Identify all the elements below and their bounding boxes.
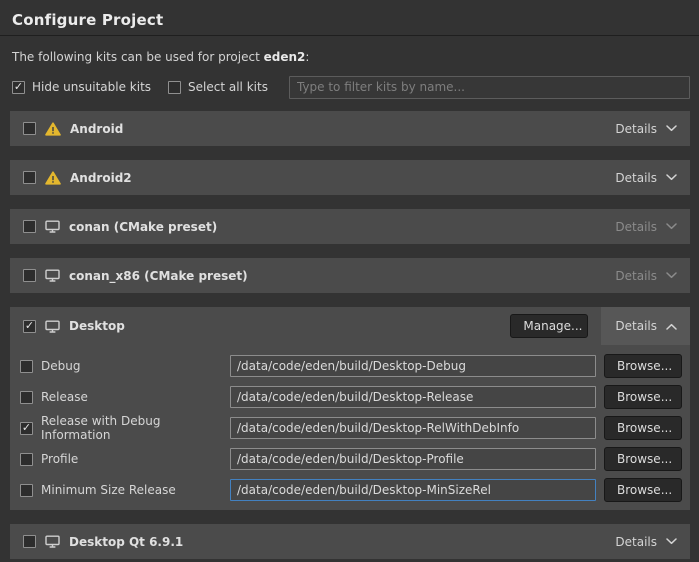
build-config-row-relwithdebinfo: Release with Debug Information Browse...	[20, 417, 682, 439]
details-label: Details	[615, 535, 657, 549]
kit-header[interactable]: Desktop Qt 6.9.1 Details	[10, 524, 690, 559]
browse-button[interactable]: Browse...	[604, 447, 682, 471]
kit-header[interactable]: Desktop Manage... Details	[10, 307, 690, 345]
page-header: Configure Project	[0, 0, 699, 36]
select-all-kits-checkbox-group[interactable]: Select all kits	[168, 80, 268, 94]
chevron-down-icon	[666, 174, 677, 181]
intro-text: The following kits can be used for proje…	[12, 50, 687, 64]
kit-filter-input[interactable]	[289, 76, 690, 99]
desktop-icon	[45, 535, 60, 548]
kit-header[interactable]: conan_x86 (CMake preset) Details	[10, 258, 690, 293]
build-config-label: Release	[41, 390, 230, 404]
build-dir-input[interactable]	[230, 448, 596, 470]
build-config-checkbox[interactable]	[20, 453, 33, 466]
kit-checkbox[interactable]	[23, 535, 36, 548]
kit-checkbox[interactable]	[23, 320, 36, 333]
details-label: Details	[615, 122, 657, 136]
details-toggle[interactable]: Details	[601, 307, 690, 345]
desktop-icon	[45, 220, 60, 233]
browse-button[interactable]: Browse...	[604, 416, 682, 440]
kit-name: Desktop	[69, 319, 125, 333]
select-all-kits-label: Select all kits	[188, 80, 268, 94]
build-config-checkbox[interactable]	[20, 391, 33, 404]
project-name: eden2	[264, 50, 306, 64]
kit-header[interactable]: Android2 Details	[10, 160, 690, 195]
browse-button[interactable]: Browse...	[604, 385, 682, 409]
build-config-list: Debug Browse... Release Browse... Releas…	[10, 345, 690, 510]
hide-unsuitable-kits-label: Hide unsuitable kits	[32, 80, 151, 94]
build-config-label: Debug	[41, 359, 230, 373]
chevron-down-icon	[666, 538, 677, 545]
kit-row-desktop: Desktop Manage... Details Debug Browse..…	[10, 307, 690, 510]
details-toggle[interactable]: Details	[601, 524, 690, 559]
hide-unsuitable-kits-checkbox-group[interactable]: Hide unsuitable kits	[12, 80, 151, 94]
details-toggle[interactable]: Details	[601, 209, 690, 244]
details-label: Details	[615, 269, 657, 283]
build-config-checkbox[interactable]	[20, 484, 33, 497]
title-separator	[0, 35, 699, 36]
kit-row-android: Android Details	[10, 111, 690, 146]
details-toggle[interactable]: Details	[601, 111, 690, 146]
kit-checkbox[interactable]	[23, 122, 36, 135]
hide-unsuitable-kits-checkbox[interactable]	[12, 81, 25, 94]
kit-name: Desktop Qt 6.9.1	[69, 535, 183, 549]
build-dir-input[interactable]	[230, 417, 596, 439]
build-config-label: Profile	[41, 452, 230, 466]
kit-header[interactable]: conan (CMake preset) Details	[10, 209, 690, 244]
desktop-icon	[45, 320, 60, 333]
manage-kits-button[interactable]: Manage...	[510, 314, 588, 338]
kit-checkbox[interactable]	[23, 269, 36, 282]
kit-row-conan: conan (CMake preset) Details	[10, 209, 690, 244]
chevron-down-icon	[666, 125, 677, 132]
chevron-down-icon	[666, 272, 677, 279]
details-label: Details	[615, 171, 657, 185]
page-title: Configure Project	[12, 11, 687, 29]
warning-icon	[45, 171, 61, 185]
kit-name: Android	[70, 122, 123, 136]
kit-name: Android2	[70, 171, 132, 185]
details-label: Details	[615, 319, 657, 333]
details-label: Details	[615, 220, 657, 234]
build-config-row-debug: Debug Browse...	[20, 355, 682, 377]
warning-icon	[45, 122, 61, 136]
chevron-up-icon	[666, 323, 677, 330]
kit-header[interactable]: Android Details	[10, 111, 690, 146]
build-config-row-profile: Profile Browse...	[20, 448, 682, 470]
build-dir-input[interactable]	[230, 355, 596, 377]
browse-button[interactable]: Browse...	[604, 478, 682, 502]
build-config-label: Minimum Size Release	[41, 483, 230, 497]
details-toggle[interactable]: Details	[601, 160, 690, 195]
kit-name: conan_x86 (CMake preset)	[69, 269, 248, 283]
build-config-checkbox[interactable]	[20, 360, 33, 373]
details-toggle[interactable]: Details	[601, 258, 690, 293]
browse-button[interactable]: Browse...	[604, 354, 682, 378]
build-dir-input[interactable]	[230, 479, 596, 501]
kit-row-conan-x86: conan_x86 (CMake preset) Details	[10, 258, 690, 293]
kit-name: conan (CMake preset)	[69, 220, 217, 234]
build-config-row-release: Release Browse...	[20, 386, 682, 408]
build-config-checkbox[interactable]	[20, 422, 33, 435]
select-all-kits-checkbox[interactable]	[168, 81, 181, 94]
build-config-label: Release with Debug Information	[41, 414, 230, 442]
kit-row-android2: Android2 Details	[10, 160, 690, 195]
chevron-down-icon	[666, 223, 677, 230]
build-dir-input[interactable]	[230, 386, 596, 408]
kit-row-desktop-qt: Desktop Qt 6.9.1 Details	[10, 524, 690, 559]
kit-checkbox[interactable]	[23, 171, 36, 184]
kit-list: Android Details Android2 Details conan (…	[0, 111, 699, 559]
build-config-row-minsizerel: Minimum Size Release Browse...	[20, 479, 682, 501]
desktop-icon	[45, 269, 60, 282]
kit-checkbox[interactable]	[23, 220, 36, 233]
kit-filter-controls: Hide unsuitable kits Select all kits	[12, 75, 690, 99]
